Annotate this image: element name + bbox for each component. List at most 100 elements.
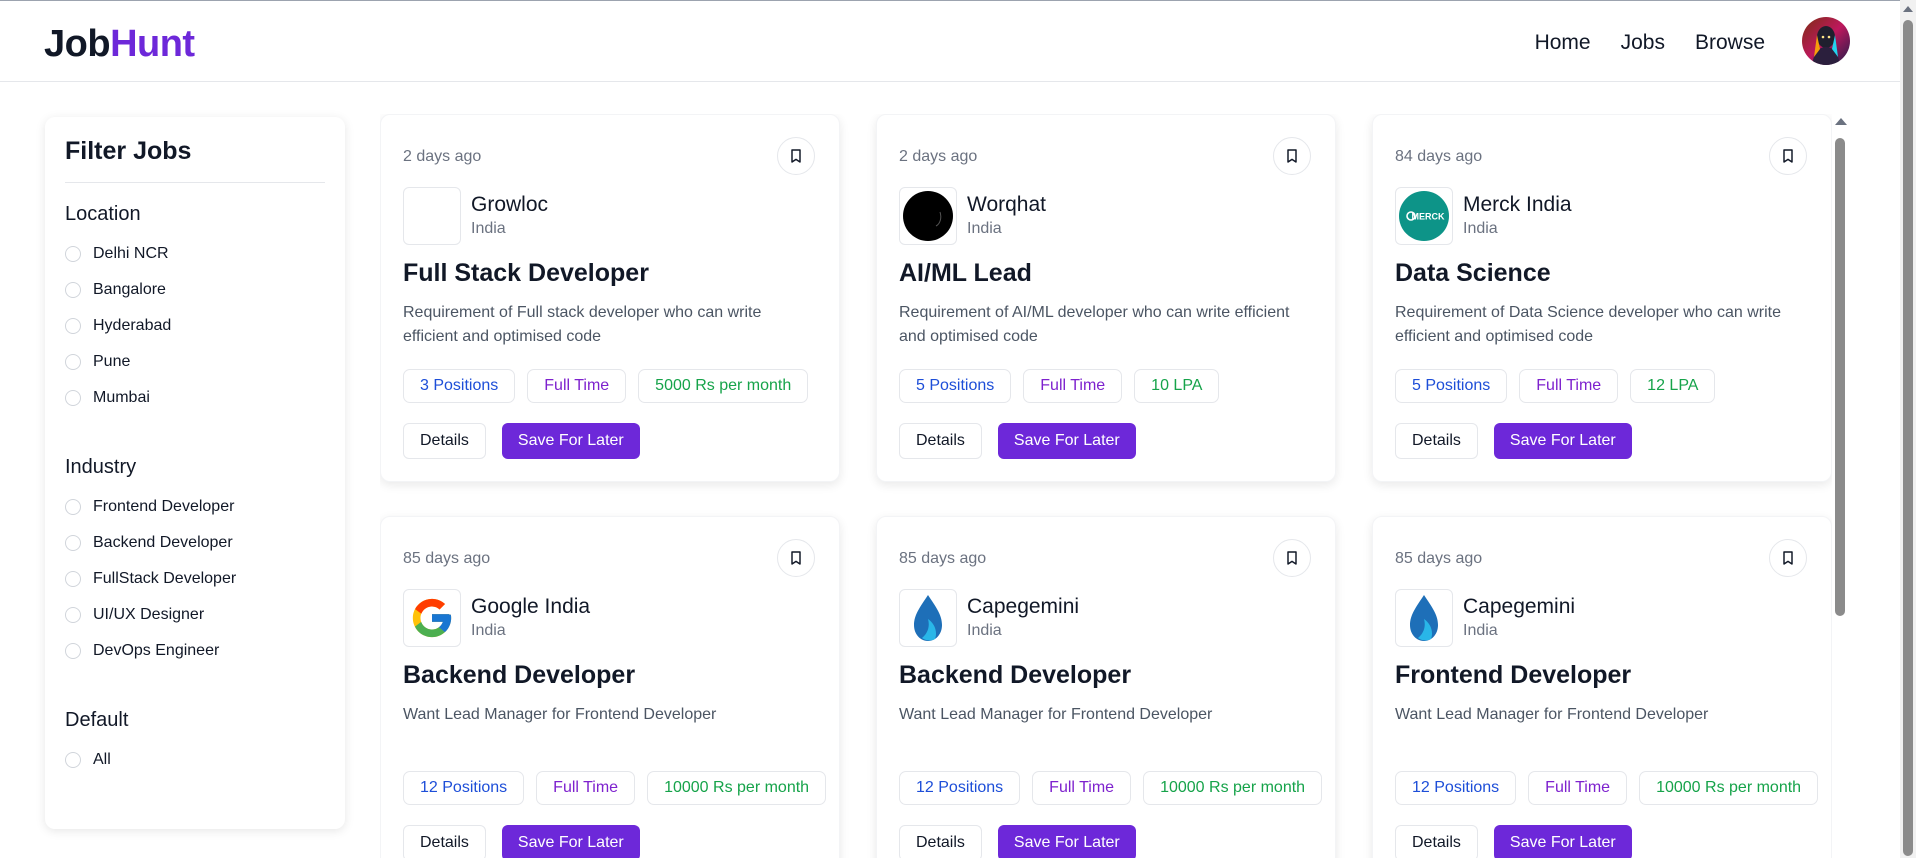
bookmark-icon: [1783, 551, 1793, 565]
details-button[interactable]: Details: [1395, 423, 1478, 459]
card-actions: Details Save For Later: [1395, 825, 1632, 858]
details-button[interactable]: Details: [899, 423, 982, 459]
positions-badge: 5 Positions: [1395, 369, 1508, 403]
positions-badge: 12 Positions: [1395, 771, 1517, 805]
radio-button[interactable]: [65, 499, 81, 515]
filter-option-label: DevOps Engineer: [93, 642, 220, 659]
job-card: 85 days ago Capegemini India Backend Dev…: [876, 516, 1336, 858]
filter-option-frontend-developer[interactable]: Frontend Developer: [65, 489, 325, 525]
bookmark-button[interactable]: [1769, 539, 1807, 577]
nav-jobs[interactable]: Jobs: [1621, 31, 1665, 55]
filter-option-delhi-ncr[interactable]: Delhi NCR: [65, 236, 325, 272]
radio-button[interactable]: [65, 535, 81, 551]
job-type-badge: Full Time: [527, 369, 627, 403]
bookmark-button[interactable]: [777, 539, 815, 577]
scroll-up-arrow-icon[interactable]: [1835, 118, 1847, 125]
filter-option-devops-engineer[interactable]: DevOps Engineer: [65, 633, 325, 669]
posted-time: 85 days ago: [1395, 550, 1483, 567]
company-name: Growloc: [471, 193, 549, 216]
nav-home[interactable]: Home: [1535, 31, 1591, 55]
job-badges: 12 Positions Full Time 10000 Rs per mont…: [899, 771, 1323, 805]
details-button[interactable]: Details: [1395, 825, 1478, 858]
radio-button[interactable]: [65, 752, 81, 768]
company-logo: [403, 589, 461, 647]
save-for-later-button[interactable]: Save For Later: [1493, 825, 1632, 858]
filter-option-label: Pune: [93, 353, 131, 370]
details-button[interactable]: Details: [403, 825, 486, 858]
save-for-later-button[interactable]: Save For Later: [997, 825, 1136, 858]
radio-button[interactable]: [65, 390, 81, 406]
filter-option-backend-developer[interactable]: Backend Developer: [65, 525, 325, 561]
job-badges: 5 Positions Full Time 12 LPA: [1395, 369, 1716, 403]
filter-group-location: Location Delhi NCR Bangalore Hyderabad P…: [65, 203, 325, 416]
job-grid-scrollbar[interactable]: [1832, 114, 1848, 858]
posted-time: 2 days ago: [899, 148, 978, 165]
company-logo: [1395, 589, 1453, 647]
radio-button[interactable]: [65, 282, 81, 298]
company-location: India: [1463, 220, 1498, 237]
positions-badge: 5 Positions: [899, 369, 1012, 403]
filter-option-hyderabad[interactable]: Hyderabad: [65, 308, 325, 344]
bookmark-button[interactable]: [1273, 137, 1311, 175]
job-title: Data Science: [1395, 259, 1551, 287]
bookmark-icon: [1783, 149, 1793, 163]
filter-option-ui-ux-designer[interactable]: UI/UX Designer: [65, 597, 325, 633]
filter-option-fullstack-developer[interactable]: FullStack Developer: [65, 561, 325, 597]
job-type-badge: Full Time: [536, 771, 636, 805]
filter-option-bangalore[interactable]: Bangalore: [65, 272, 325, 308]
job-title: Frontend Developer: [1395, 661, 1632, 689]
bookmark-button[interactable]: [777, 137, 815, 175]
job-description: Requirement of Full stack developer who …: [403, 304, 762, 345]
window-scrollbar[interactable]: [1900, 0, 1916, 858]
job-description: Want Lead Manager for Frontend Developer: [1395, 706, 1709, 723]
window-scroll-thumb[interactable]: [1903, 20, 1913, 856]
bookmark-button[interactable]: [1769, 137, 1807, 175]
radio-button[interactable]: [65, 643, 81, 659]
save-for-later-button[interactable]: Save For Later: [1493, 423, 1632, 459]
capgemini-logo-icon: [1410, 595, 1438, 641]
company-info: Capegemini India: [899, 589, 1079, 647]
window-scroll-up-icon[interactable]: [1903, 6, 1913, 12]
details-button[interactable]: Details: [403, 423, 486, 459]
job-card: 85 days ago Google India India Backend D…: [380, 516, 840, 858]
merck-logo-icon: MERCK: [1399, 191, 1449, 241]
nav-browse[interactable]: Browse: [1695, 31, 1765, 55]
company-info: Worqhat India: [899, 187, 1046, 245]
posted-time: 85 days ago: [899, 550, 987, 567]
job-description: Requirement of AI/ML developer who can w…: [899, 304, 1290, 345]
filter-option-all[interactable]: All: [65, 742, 325, 778]
user-avatar[interactable]: [1802, 17, 1850, 65]
job-title: Backend Developer: [899, 661, 1132, 689]
filter-group-industry: Industry Frontend Developer Backend Deve…: [65, 456, 325, 669]
logo[interactable]: JobHunt: [44, 23, 195, 66]
job-description: Want Lead Manager for Frontend Developer: [899, 706, 1213, 723]
google-logo-icon: [412, 598, 452, 638]
salary-badge: 10000 Rs per month: [1143, 771, 1323, 805]
company-location: India: [967, 622, 1002, 639]
radio-button[interactable]: [65, 607, 81, 623]
save-for-later-button[interactable]: Save For Later: [501, 825, 640, 858]
radio-button[interactable]: [65, 246, 81, 262]
bookmark-button[interactable]: [1273, 539, 1311, 577]
company-logo: [899, 187, 957, 245]
filter-option-label: All: [93, 751, 111, 768]
details-button[interactable]: Details: [899, 825, 982, 858]
worqhat-logo-icon: [903, 191, 953, 241]
card-actions: Details Save For Later: [403, 825, 640, 858]
posted-time: 2 days ago: [403, 148, 482, 165]
radio-button[interactable]: [65, 354, 81, 370]
card-actions: Details Save For Later: [899, 423, 1136, 459]
bookmark-icon: [1287, 149, 1297, 163]
company-info: Capegemini India: [1395, 589, 1575, 647]
company-location: India: [471, 622, 506, 639]
logo-part-hunt: Hunt: [110, 23, 195, 65]
positions-badge: 12 Positions: [403, 771, 525, 805]
filter-title: Filter Jobs: [65, 137, 325, 183]
filter-option-mumbai[interactable]: Mumbai: [65, 380, 325, 416]
radio-button[interactable]: [65, 571, 81, 587]
radio-button[interactable]: [65, 318, 81, 334]
scroll-thumb[interactable]: [1835, 138, 1845, 616]
save-for-later-button[interactable]: Save For Later: [501, 423, 640, 459]
save-for-later-button[interactable]: Save For Later: [997, 423, 1136, 459]
filter-option-pune[interactable]: Pune: [65, 344, 325, 380]
